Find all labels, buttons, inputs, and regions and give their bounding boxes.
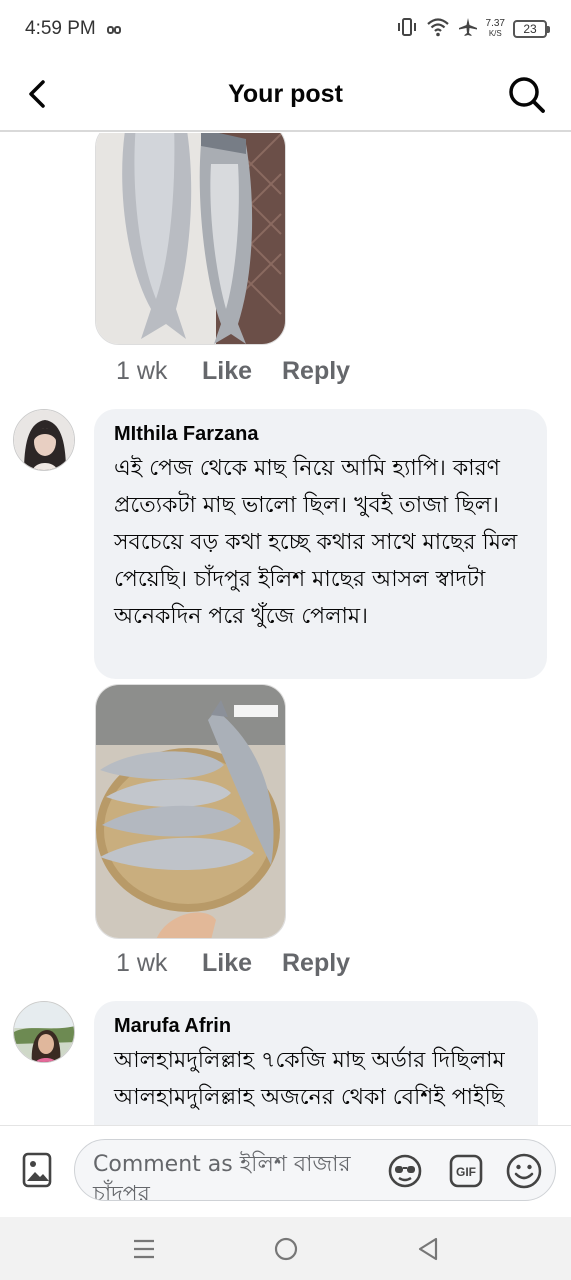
comment-bubble[interactable]: MIthila Farzana এই পেজ থেকে মাছ নিয়ে আম… xyxy=(94,409,547,679)
avatar[interactable] xyxy=(13,1001,75,1063)
airplane-icon xyxy=(458,17,478,42)
photo-button[interactable] xyxy=(22,1152,54,1188)
recents-icon xyxy=(134,1239,154,1259)
home-button[interactable] xyxy=(272,1235,300,1263)
avatar[interactable] xyxy=(13,409,75,471)
comment-actions: 1 wk Like Reply xyxy=(116,949,350,978)
comment-placeholder: Comment as ইলিশ বাজার চাঁদপুর xyxy=(93,1152,351,1201)
comment-time: 1 wk xyxy=(116,949,168,977)
comment-author[interactable]: Marufa Afrin xyxy=(114,1015,518,1038)
fish-basket-photo[interactable] xyxy=(95,684,286,939)
comment-time: 1 wk xyxy=(116,357,168,385)
svg-text:GIF: GIF xyxy=(456,1165,476,1179)
reply-button[interactable]: Reply xyxy=(282,357,350,386)
comment-composer: Comment as ইলিশ বাজার চাঁদপুর GIF xyxy=(0,1125,571,1217)
net-speed-unit: K/S xyxy=(488,29,502,38)
recents-button[interactable] xyxy=(130,1235,158,1263)
like-button[interactable]: Like xyxy=(202,357,282,386)
system-nav-bar xyxy=(0,1217,571,1280)
page-title: Your post xyxy=(228,80,343,108)
status-time: 4:59 PM xyxy=(25,18,96,39)
comment-author[interactable]: MIthila Farzana xyxy=(114,423,527,446)
like-button[interactable]: Like xyxy=(202,949,282,978)
comment-bubble[interactable]: Marufa Afrin আলহামদুলিল্লাহ ৭কেজি মাছ অর… xyxy=(94,1001,538,1125)
photo-icon xyxy=(22,1152,52,1188)
status-bar: 4:59 PM 7.37 K/S 23 xyxy=(0,0,571,58)
gif-button[interactable]: GIF xyxy=(449,1154,483,1188)
battery-level: 23 xyxy=(523,22,537,36)
infinity-icon xyxy=(107,22,121,40)
reply-button[interactable]: Reply xyxy=(282,949,350,978)
comment-text: আলহামদুলিল্লাহ ৭কেজি মাছ অর্ডার দিছিলাম … xyxy=(114,1048,505,1125)
emoji-icon xyxy=(506,1153,542,1189)
fish-photo[interactable] xyxy=(95,133,286,345)
top-app-bar: Your post xyxy=(0,58,571,132)
sticker-button[interactable] xyxy=(387,1153,423,1189)
nav-back-button[interactable] xyxy=(414,1235,442,1263)
home-icon xyxy=(274,1237,298,1261)
net-speed: 7.37 K/S xyxy=(486,19,505,39)
search-button[interactable] xyxy=(505,73,549,117)
comment-input[interactable]: Comment as ইলিশ বাজার চাঁদপুর GIF xyxy=(74,1139,556,1201)
comments-feed[interactable]: 1 wk Like Reply MIthila Farzana এই পেজ থ… xyxy=(0,133,571,1125)
vibrate-icon xyxy=(396,17,418,42)
sticker-icon xyxy=(388,1154,422,1188)
gif-icon: GIF xyxy=(449,1154,483,1188)
back-icon xyxy=(418,1237,438,1261)
battery-icon: 23 xyxy=(513,20,550,38)
emoji-button[interactable] xyxy=(505,1152,543,1190)
net-speed-value: 7.37 xyxy=(485,18,505,29)
comment-text: এই পেজ থেকে মাছ নিয়ে আমি হ্যাপি। কারণ প… xyxy=(114,456,518,629)
wifi-icon xyxy=(426,17,450,42)
comment-actions: 1 wk Like Reply xyxy=(116,357,350,386)
search-icon xyxy=(509,77,545,113)
